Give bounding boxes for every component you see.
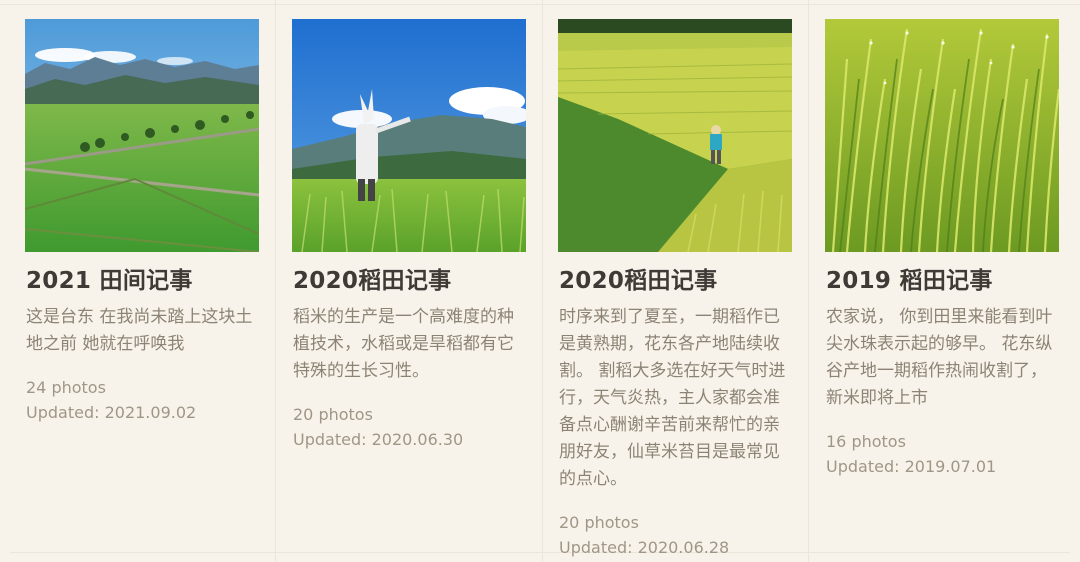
updated-date: Updated: 2020.06.28 <box>559 538 730 557</box>
album-title[interactable]: 2021 田间记事 <box>26 266 260 296</box>
album-grid: 2021 田间记事 这是台东 在我尚未踏上这块土地之前 她就在呼唤我 24 ph… <box>0 0 1080 562</box>
updated-date: Updated: 2021.09.02 <box>26 403 197 422</box>
album-description: 这是台东 在我尚未踏上这块土地之前 她就在呼唤我 <box>26 307 253 354</box>
photo-count: 16 photos <box>826 432 906 451</box>
album-cover-photo[interactable] <box>825 19 1059 252</box>
album-description: 农家说， 你到田里来能看到叶尖水珠表示起的够早。 花东纵谷产地一期稻作热闹收割了… <box>826 307 1053 408</box>
album-title[interactable]: 2020稻田记事 <box>559 266 793 296</box>
column-divider <box>542 0 543 562</box>
album-cover-photo[interactable] <box>292 19 526 252</box>
album-description: 稻米的生产是一个高难度的种植技术，水稻或是旱稻都有它特殊的生长习性。 <box>293 307 514 381</box>
column-divider <box>275 0 276 562</box>
album-card[interactable]: 2020稻田记事 稻米的生产是一个高难度的种植技术，水稻或是旱稻都有它特殊的生长… <box>292 19 527 452</box>
album-description: 时序来到了夏至，一期稻作已是黄熟期，花东各产地陆续收割。 割稻大多选在好天气时进… <box>559 307 786 489</box>
photo-count: 20 photos <box>293 405 373 424</box>
album-cover-photo[interactable] <box>25 19 259 252</box>
album-title[interactable]: 2020稻田记事 <box>293 266 527 296</box>
bottom-divider <box>10 552 1070 553</box>
album-cover-photo[interactable] <box>558 19 792 252</box>
photo-count: 20 photos <box>559 513 639 532</box>
column-divider <box>808 0 809 562</box>
updated-date: Updated: 2020.06.30 <box>293 430 464 449</box>
updated-date: Updated: 2019.07.01 <box>826 457 997 476</box>
album-title[interactable]: 2019 稻田记事 <box>826 266 1060 296</box>
album-card[interactable]: 2019 稻田记事 农家说， 你到田里来能看到叶尖水珠表示起的够早。 花东纵谷产… <box>825 19 1060 479</box>
album-card[interactable]: 2020稻田记事 时序来到了夏至，一期稻作已是黄熟期，花东各产地陆续收割。 割稻… <box>558 19 793 560</box>
photo-count: 24 photos <box>26 378 106 397</box>
album-card[interactable]: 2021 田间记事 这是台东 在我尚未踏上这块土地之前 她就在呼唤我 24 ph… <box>25 19 260 425</box>
top-divider <box>0 4 1080 5</box>
